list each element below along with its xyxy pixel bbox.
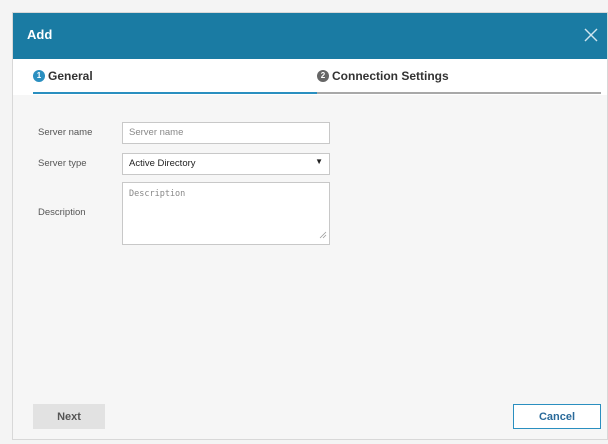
cancel-button[interactable]: Cancel [513,404,601,429]
dialog-title: Add [27,27,53,42]
tab-connection-settings[interactable]: 2 Connection Settings [317,59,449,93]
close-icon[interactable] [581,25,601,45]
tab-general-label: General [48,69,93,83]
server-type-select[interactable]: Active Directory ▼ [122,153,330,175]
dropdown-arrow-icon: ▼ [315,157,323,166]
server-name-label: Server name [38,127,93,138]
tab-connection-underline [317,92,601,94]
add-dialog: Add 1 General 2 Connection Settings Serv… [12,12,608,440]
tab-general-underline [33,92,317,94]
server-name-input[interactable]: Server name [122,122,330,144]
server-type-value: Active Directory [129,158,196,169]
description-label: Description [38,207,86,218]
tab-connection-settings-label: Connection Settings [332,69,449,83]
server-type-label: Server type [38,158,87,169]
step-number-badge: 1 [33,70,45,82]
description-textarea[interactable]: Description [122,182,330,245]
description-placeholder: Description [129,189,186,199]
next-button[interactable]: Next [33,404,105,429]
step-number-badge: 2 [317,70,329,82]
server-name-placeholder: Server name [129,127,184,138]
dialog-titlebar: Add [13,13,607,59]
resize-handle-icon[interactable] [319,231,327,242]
wizard-tabs: 1 General 2 Connection Settings [13,59,607,95]
tab-general[interactable]: 1 General [33,59,93,93]
